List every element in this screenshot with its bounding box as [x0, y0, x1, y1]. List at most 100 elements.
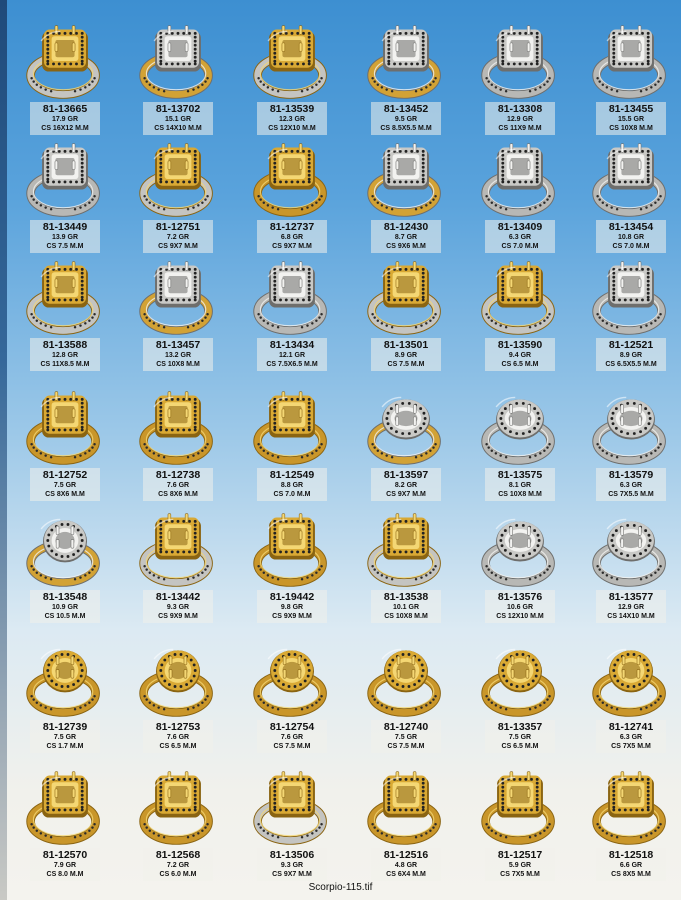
ring-item: 81-13590 9.4 GR CS 6.5 M.M: [463, 258, 574, 380]
ring-stone-size: CS 8X6 M.M: [158, 491, 198, 498]
ring-weight: 6.3 GR: [619, 482, 643, 489]
ring-code: 81-12737: [269, 221, 315, 233]
ring-photo: [253, 513, 327, 587]
ring-item: 81-12737 6.8 GR CS 9X7 M.M: [235, 140, 346, 262]
ring-label: 81-13457 13.2 GR CS 10X8 M.M: [143, 338, 213, 371]
ring-item: 81-13434 12.1 GR CS 7.5X6.5 M.M: [235, 258, 346, 380]
ring-item: 81-13588 12.8 GR CS 11X8.5 M.M: [8, 258, 119, 380]
ring-code: 81-13434: [269, 339, 315, 351]
ring-item: 81-12753 7.6 GR CS 6.5 M.M: [121, 640, 232, 762]
ring-code: 81-12753: [155, 721, 201, 733]
ring-photo: [26, 771, 100, 845]
ring-item: 81-13506 9.3 GR CS 9X7 M.M: [235, 768, 346, 890]
ring-photo: [253, 261, 327, 335]
ring-weight: 7.6 GR: [166, 734, 190, 741]
ring-label: 81-12741 6.3 GR CS 7X5 M.M: [596, 720, 666, 753]
ring-weight: 8.2 GR: [394, 482, 418, 489]
ring-code: 81-13457: [155, 339, 201, 351]
ring-weight: 7.5 GR: [508, 734, 532, 741]
ring-label: 81-13579 6.3 GR CS 7X5.5 M.M: [596, 468, 666, 501]
ring-stone-size: CS 8X6 M.M: [45, 491, 85, 498]
ring-item: 81-13449 13.9 GR CS 7.5 M.M: [8, 140, 119, 262]
ring-label: 81-13597 8.2 GR CS 9X7 M.M: [371, 468, 441, 501]
ring-code: 81-12751: [155, 221, 201, 233]
ring-item: 81-13308 12.9 GR CS 11X9 M.M: [463, 22, 574, 144]
ring-item: 81-12521 8.9 GR CS 6.5X5.5 M.M: [574, 258, 681, 380]
ring-item: 81-13539 12.3 GR CS 12X10 M.M: [235, 22, 346, 144]
ring-weight: 9.4 GR: [508, 352, 532, 359]
ring-weight: 10.9 GR: [51, 604, 79, 611]
ring-label: 81-13442 9.3 GR CS 9X9 M.M: [143, 590, 213, 623]
ring-stone-size: CS 6.5 M.M: [159, 743, 197, 750]
ring-stone-size: CS 7X5.5 M.M: [608, 491, 654, 498]
left-edge-strip: [0, 0, 7, 900]
ring-photo: [367, 396, 441, 465]
ring-weight: 6.3 GR: [619, 734, 643, 741]
ring-photo: [592, 396, 666, 465]
ring-photo: [139, 391, 213, 465]
ring-label: 81-12430 8.7 GR CS 9X6 M.M: [371, 220, 441, 253]
ring-photo: [26, 261, 100, 335]
ring-item: 81-13579 6.3 GR CS 7X5.5 M.M: [574, 388, 681, 510]
ring-label: 81-13357 7.5 GR CS 6.5 M.M: [485, 720, 555, 753]
ring-label: 81-13576 10.6 GR CS 12X10 M.M: [485, 590, 555, 623]
ring-label: 81-13590 9.4 GR CS 6.5 M.M: [485, 338, 555, 371]
ring-photo: [26, 391, 100, 465]
ring-code: 81-13590: [497, 339, 543, 351]
ring-label: 81-13409 6.3 GR CS 7.0 M.M: [485, 220, 555, 253]
ring-weight: 8.7 GR: [394, 234, 418, 241]
ring-photo: [367, 513, 441, 587]
ring-photo: [592, 25, 666, 99]
ring-code: 81-13308: [497, 103, 543, 115]
ring-photo: [481, 648, 555, 717]
ring-item: 81-12430 8.7 GR CS 9X6 M.M: [349, 140, 460, 262]
ring-label: 81-12739 7.5 GR CS 1.7 M.M: [30, 720, 100, 753]
ring-code: 81-13452: [383, 103, 429, 115]
ring-item: 81-12751 7.2 GR CS 9X7 M.M: [121, 140, 232, 262]
ring-item: 81-19442 9.8 GR CS 9X9 M.M: [235, 510, 346, 632]
ring-code: 81-13539: [269, 103, 315, 115]
ring-code: 81-12739: [42, 721, 88, 733]
ring-weight: 9.3 GR: [166, 604, 190, 611]
catalog-row: 81-12739 7.5 GR CS 1.7 M.M 81-12753 7.6 GR CS…: [8, 640, 678, 762]
ring-stone-size: CS 6.5X5.5 M.M: [605, 361, 657, 368]
ring-photo: [253, 648, 327, 717]
ring-code: 81-13575: [497, 469, 543, 481]
ring-item: 81-12518 6.6 GR CS 8X5 M.M: [574, 768, 681, 890]
ring-weight: 7.6 GR: [280, 734, 304, 741]
ring-code: 81-12754: [269, 721, 315, 733]
ring-label: 81-13455 15.5 GR CS 10X8 M.M: [596, 102, 666, 135]
ring-photo: [592, 648, 666, 717]
ring-weight: 4.8 GR: [394, 862, 418, 869]
ring-label: 81-13575 8.1 GR CS 10X8 M.M: [485, 468, 555, 501]
ring-weight: 10.6 GR: [506, 604, 534, 611]
ring-code: 81-13449: [42, 221, 88, 233]
ring-code: 81-13548: [42, 591, 88, 603]
ring-photo: [481, 143, 555, 217]
ring-stone-size: CS 6X4 M.M: [386, 871, 426, 878]
ring-weight: 7.2 GR: [166, 862, 190, 869]
ring-code: 81-13506: [269, 849, 315, 861]
ring-weight: 13.2 GR: [164, 352, 192, 359]
ring-item: 81-13702 15.1 GR CS 14X10 M.M: [121, 22, 232, 144]
ring-weight: 15.5 GR: [617, 116, 645, 123]
ring-photo: [139, 771, 213, 845]
ring-item: 81-13452 9.5 GR CS 8.5X5.5 M.M: [349, 22, 460, 144]
ring-stone-size: CS 7X5 M.M: [500, 871, 540, 878]
ring-weight: 5.9 GR: [508, 862, 532, 869]
ring-code: 81-13588: [42, 339, 88, 351]
ring-photo: [592, 261, 666, 335]
ring-label: 81-12517 5.9 GR CS 7X5 M.M: [485, 848, 555, 881]
ring-weight: 7.9 GR: [53, 862, 77, 869]
ring-stone-size: CS 9X7 M.M: [386, 491, 426, 498]
ring-label: 81-12518 6.6 GR CS 8X5 M.M: [596, 848, 666, 881]
ring-item: 81-12549 8.8 GR CS 7.0 M.M: [235, 388, 346, 510]
ring-label: 81-12751 7.2 GR CS 9X7 M.M: [143, 220, 213, 253]
ring-label: 81-13548 10.9 GR CS 10.5 M.M: [30, 590, 100, 623]
ring-photo: [481, 518, 555, 587]
ring-label: 81-12521 8.9 GR CS 6.5X5.5 M.M: [596, 338, 666, 371]
ring-code: 81-13454: [608, 221, 654, 233]
ring-weight: 7.5 GR: [53, 734, 77, 741]
ring-photo: [367, 771, 441, 845]
ring-photo: [481, 771, 555, 845]
